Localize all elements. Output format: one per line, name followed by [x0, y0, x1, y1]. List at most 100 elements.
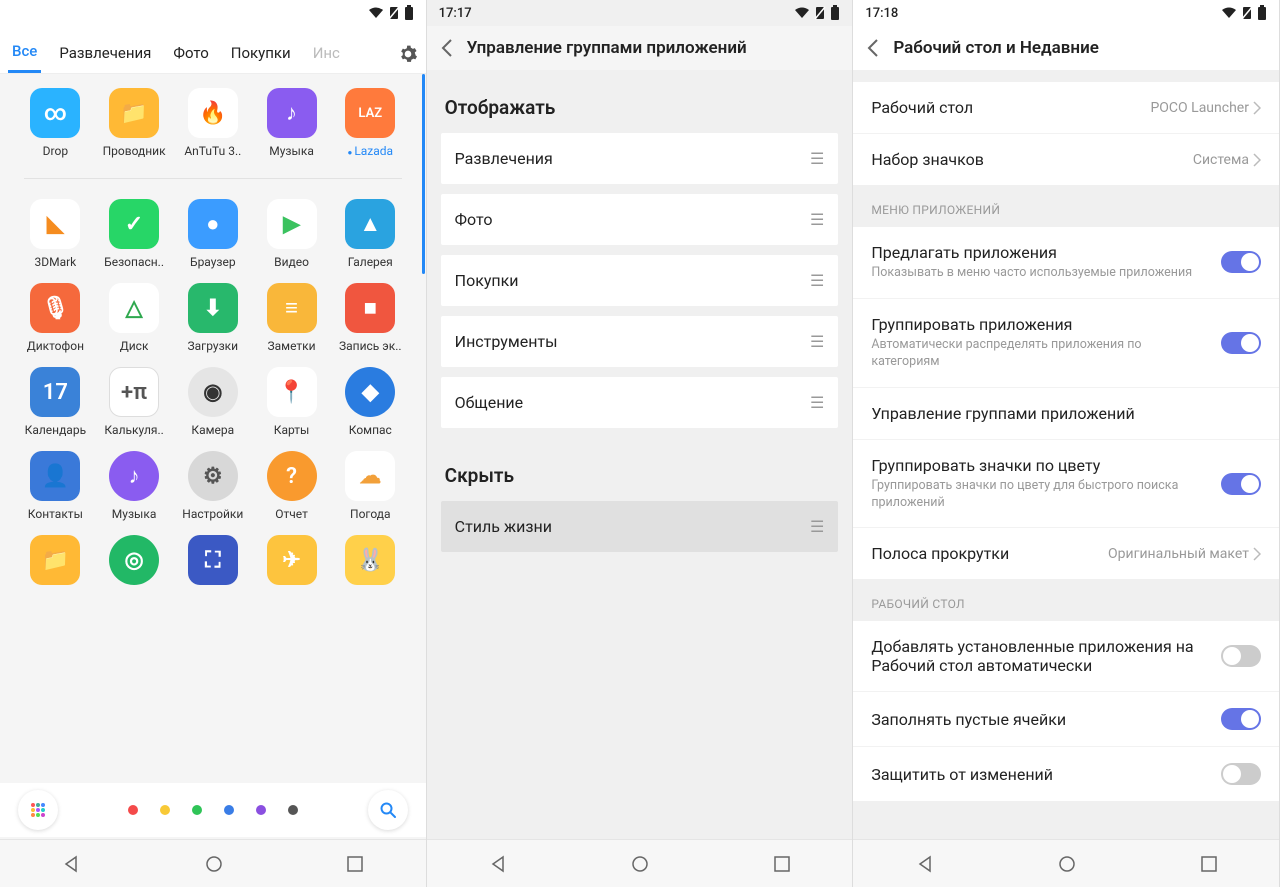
drag-handle-icon[interactable]: ☰	[810, 332, 824, 351]
settings-row[interactable]: Заполнять пустые ячейки	[853, 692, 1279, 747]
back-icon[interactable]	[441, 38, 453, 58]
home-button[interactable]	[205, 855, 223, 873]
app-item[interactable]: ⛶	[173, 535, 252, 591]
app-Проводник[interactable]: 📁Проводник	[95, 88, 174, 158]
app-Камера[interactable]: ◉Камера	[173, 367, 252, 437]
toggle-switch[interactable]	[1221, 332, 1261, 354]
color-filter-dock	[0, 783, 426, 837]
group-item[interactable]: Фото☰	[441, 194, 839, 245]
toggle-switch[interactable]	[1221, 645, 1261, 667]
settings-body[interactable]: Отображать Развлечения☰Фото☰Покупки☰Инст…	[427, 70, 853, 887]
app-Заметки[interactable]: ≡Заметки	[252, 283, 331, 353]
drag-handle-icon[interactable]: ☰	[810, 210, 824, 229]
drag-handle-icon[interactable]: ☰	[810, 517, 824, 536]
app-item[interactable]: 📁	[16, 535, 95, 591]
settings-row[interactable]: Предлагать приложенияПоказывать в меню ч…	[853, 227, 1279, 299]
toggle-switch[interactable]	[1221, 708, 1261, 730]
app-3DMark[interactable]: ◣3DMark	[16, 199, 95, 269]
drag-handle-icon[interactable]: ☰	[810, 393, 824, 412]
toggle-switch[interactable]	[1221, 763, 1261, 785]
app-Отчет[interactable]: ?Отчет	[252, 451, 331, 521]
settings-row[interactable]: Защитить от изменений	[853, 747, 1279, 801]
toggle-switch[interactable]	[1221, 251, 1261, 273]
home-button[interactable]	[631, 855, 649, 873]
back-button[interactable]	[916, 855, 934, 873]
settings-row[interactable]: Группировать приложенияАвтоматически рас…	[853, 299, 1279, 388]
app-item[interactable]: ✈	[252, 535, 331, 591]
app-Карты[interactable]: 📍Карты	[252, 367, 331, 437]
recents-button[interactable]	[774, 856, 790, 872]
row-title: Рабочий стол	[871, 98, 1138, 117]
color-filter-dot[interactable]	[192, 805, 202, 815]
app-Запись эк..[interactable]: ■Запись эк..	[331, 283, 410, 353]
group-item[interactable]: Инструменты☰	[441, 316, 839, 367]
home-button[interactable]	[1058, 855, 1076, 873]
app-Компас[interactable]: ◆Компас	[331, 367, 410, 437]
group-item[interactable]: Стиль жизни☰	[441, 501, 839, 552]
settings-row[interactable]: Набор значковСистема	[853, 134, 1279, 185]
app-Музыка[interactable]: ♪Музыка	[95, 451, 174, 521]
settings-row[interactable]: Добавлять установленные приложения на Ра…	[853, 621, 1279, 692]
drag-handle-icon[interactable]: ☰	[810, 271, 824, 290]
app-item[interactable]: 🐰	[331, 535, 410, 591]
all-apps-button[interactable]	[18, 790, 58, 830]
app-grid-container[interactable]: ∞Drop📁Проводник🔥AnTuTu 3..♪МузыкаLAZLaza…	[0, 74, 426, 887]
app-icon: ◆	[345, 367, 395, 417]
toggle-switch[interactable]	[1221, 473, 1261, 495]
color-filter-dot[interactable]	[128, 805, 138, 815]
settings-row[interactable]: Полоса прокруткиОригинальный макет	[853, 528, 1279, 579]
tab-all[interactable]: Все	[8, 34, 41, 73]
color-filter-dot[interactable]	[160, 805, 170, 815]
group-item[interactable]: Развлечения☰	[441, 133, 839, 184]
tab-photo[interactable]: Фото	[169, 36, 212, 72]
group-item[interactable]: Общение☰	[441, 377, 839, 428]
back-button[interactable]	[489, 855, 507, 873]
recents-button[interactable]	[347, 856, 363, 872]
app-Настройки[interactable]: ⚙Настройки	[173, 451, 252, 521]
settings-gear-icon[interactable]	[398, 44, 418, 64]
app-Drop[interactable]: ∞Drop	[16, 88, 95, 158]
app-Калькуля..[interactable]: +πКалькуля..	[95, 367, 174, 437]
color-filter-dot[interactable]	[288, 805, 298, 815]
search-button[interactable]	[368, 790, 408, 830]
launcher-settings-pane: 17:18 Рабочий стол и Недавние Рабочий ст…	[853, 0, 1280, 887]
app-icon: ✓	[109, 199, 159, 249]
app-Галерея[interactable]: ▲Галерея	[331, 199, 410, 269]
app-Календарь[interactable]: 17Календарь	[16, 367, 95, 437]
app-Видео[interactable]: ▶Видео	[252, 199, 331, 269]
scrollbar-thumb[interactable]	[422, 74, 425, 274]
app-label: Галерея	[348, 255, 393, 269]
color-filter-dot[interactable]	[256, 805, 266, 815]
app-Загрузки[interactable]: ⬇Загрузки	[173, 283, 252, 353]
settings-row[interactable]: Управление группами приложений	[853, 388, 1279, 440]
app-Музыка[interactable]: ♪Музыка	[252, 88, 331, 158]
app-Контакты[interactable]: 👤Контакты	[16, 451, 95, 521]
app-label: Контакты	[28, 507, 83, 521]
app-Безопасн..[interactable]: ✓Безопасн..	[95, 199, 174, 269]
tab-tools[interactable]: Инс	[309, 36, 344, 72]
settings-header: Рабочий стол и Недавние	[853, 26, 1279, 70]
settings-row[interactable]: Группировать значки по цветуГруппировать…	[853, 440, 1279, 529]
tab-entertainment[interactable]: Развлечения	[55, 36, 155, 72]
group-item[interactable]: Покупки☰	[441, 255, 839, 306]
app-Погода[interactable]: ☁Погода	[331, 451, 410, 521]
back-button[interactable]	[62, 855, 80, 873]
app-icon: 🔥	[188, 88, 238, 138]
app-icon: 📁	[30, 535, 80, 585]
app-Диск[interactable]: △Диск	[95, 283, 174, 353]
app-Диктофон[interactable]: 🎙Диктофон	[16, 283, 95, 353]
app-AnTuTu 3..[interactable]: 🔥AnTuTu 3..	[173, 88, 252, 158]
tab-shopping[interactable]: Покупки	[227, 36, 295, 72]
drag-handle-icon[interactable]: ☰	[810, 149, 824, 168]
app-Браузер[interactable]: ●Браузер	[173, 199, 252, 269]
settings-body[interactable]: Рабочий столPOCO LauncherНабор значковСи…	[853, 70, 1279, 887]
app-Lazada[interactable]: LAZLazada	[331, 88, 410, 158]
app-item[interactable]: ◎	[95, 535, 174, 591]
back-icon[interactable]	[867, 38, 879, 58]
app-label: 3DMark	[34, 255, 76, 269]
color-filter-dot[interactable]	[224, 805, 234, 815]
app-label: Проводник	[103, 144, 166, 158]
settings-row[interactable]: Рабочий столPOCO Launcher	[853, 82, 1279, 134]
recents-button[interactable]	[1201, 856, 1217, 872]
app-label: Погода	[350, 507, 391, 521]
